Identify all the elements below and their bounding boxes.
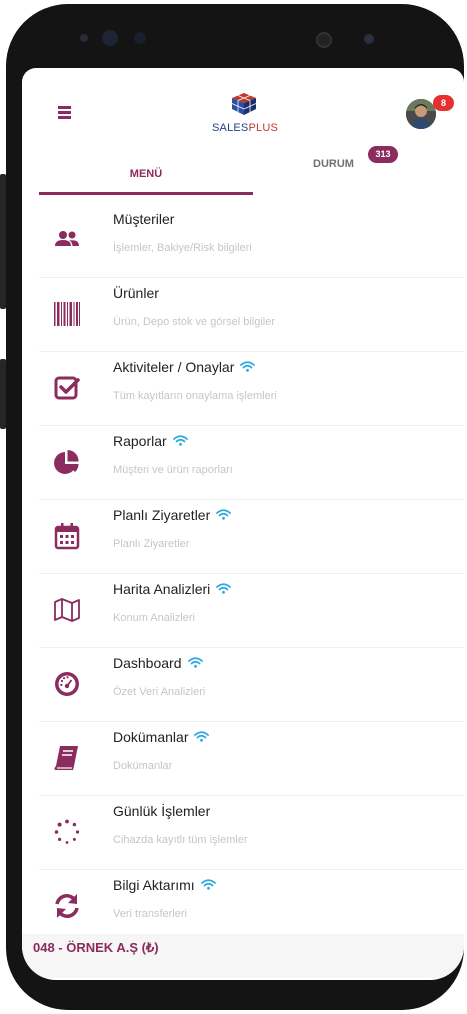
menu-item-subtitle: Tüm kayıtların onaylama işlemleri [113, 390, 277, 402]
dashboard-gauge-icon [55, 672, 79, 696]
front-sensor-icon [80, 34, 88, 42]
avatar-photo-icon [406, 99, 436, 129]
checkbox-icon [54, 376, 80, 400]
notification-badge: 8 [433, 95, 454, 111]
tab-status[interactable]: DURUM [253, 140, 464, 200]
proximity-sensor-icon [134, 32, 146, 44]
app-header: SALESPLUS 8 [22, 68, 464, 140]
menu-item-dashboard[interactable]: Dashboard Özet Veri Analizleri [39, 648, 464, 722]
company-label: 048 - ÖRNEK A.Ş (₺) [33, 940, 159, 955]
menu-item-title: Aktiviteler / Onaylar [113, 359, 256, 375]
menu-item-subtitle: Planlı Ziyaretler [113, 538, 190, 550]
calendar-icon [54, 523, 80, 550]
phone-frame: SALESPLUS 8 MENÜ DURUM 313 Müşteriler İş… [0, 4, 464, 1010]
camera-lens-icon [316, 32, 332, 48]
menu-item-title: Günlük İşlemler [113, 803, 211, 819]
side-button-lower [0, 359, 6, 429]
menu-item-title: Dokümanlar [113, 729, 210, 745]
logo-text: SALESPLUS [212, 122, 279, 134]
menu-item-title: Ürünler [113, 285, 159, 301]
menu-item-subtitle: Veri transferleri [113, 908, 187, 920]
menu-item-subtitle: Ürün, Depo stok ve görsel bilgiler [113, 316, 276, 328]
menu-item-daily-transactions[interactable]: Günlük İşlemler Cihazda kayıtlı tüm işle… [39, 796, 464, 870]
menu-item-subtitle: Özet Veri Analizleri [113, 686, 206, 698]
users-icon [55, 231, 79, 246]
menu-item-subtitle: Cihazda kayıtlı tüm işlemler [113, 834, 248, 846]
menu-list: Müşteriler İşlemler, Bakiye/Risk bilgile… [39, 204, 464, 944]
wifi-icon [240, 361, 256, 372]
menu-item-subtitle: İşlemler, Bakiye/Risk bilgileri [113, 242, 252, 254]
tab-status-label: DURUM [313, 158, 354, 170]
menu-item-documents[interactable]: Dokümanlar Dokümanlar [39, 722, 464, 796]
spinner-icon [54, 819, 80, 844]
menu-item-title: Dashboard [113, 655, 203, 671]
menu-item-activities[interactable]: Aktiviteler / Onaylar Tüm kayıtların ona… [39, 352, 464, 426]
menu-item-title: Planlı Ziyaretler [113, 507, 232, 523]
pie-chart-icon [54, 450, 79, 474]
menu-item-title: Harita Analizleri [113, 581, 232, 597]
user-avatar[interactable] [406, 99, 436, 129]
status-count-badge: 313 [368, 146, 398, 163]
menu-item-title: Müşteriler [113, 211, 175, 227]
hamburger-menu-icon[interactable] [58, 106, 71, 119]
side-button-upper [0, 174, 6, 309]
menu-item-planned-visits[interactable]: Planlı Ziyaretler Planlı Ziyaretler [39, 500, 464, 574]
cube-logo-icon [231, 93, 257, 115]
menu-item-map-analysis[interactable]: Harita Analizleri Konum Analizleri [39, 574, 464, 648]
salesplus-logo: SALESPLUS [212, 92, 279, 136]
wifi-icon [200, 879, 216, 890]
menu-item-subtitle: Konum Analizleri [113, 612, 195, 624]
map-icon [54, 598, 80, 622]
app-screen: SALESPLUS 8 MENÜ DURUM 313 Müşteriler İş… [22, 68, 464, 980]
wifi-icon [216, 509, 232, 520]
company-footer[interactable]: 048 - ÖRNEK A.Ş (₺) [22, 934, 464, 978]
tab-menu[interactable]: MENÜ [39, 140, 253, 200]
tab-menu-label: MENÜ [129, 168, 163, 180]
menu-item-reports[interactable]: Raporlar Müşteri ve ürün raporları [39, 426, 464, 500]
sync-icon [55, 894, 79, 918]
book-icon [54, 746, 78, 770]
barcode-icon [54, 302, 80, 326]
menu-item-customers[interactable]: Müşteriler İşlemler, Bakiye/Risk bilgile… [39, 204, 464, 278]
wifi-icon [216, 583, 232, 594]
menu-item-title: Bilgi Aktarımı [113, 877, 216, 893]
menu-item-data-transfer[interactable]: Bilgi Aktarımı Veri transferleri [39, 870, 464, 944]
menu-item-subtitle: Müşteri ve ürün raporları [113, 464, 233, 476]
wifi-icon [194, 731, 210, 742]
front-camera-icon [102, 30, 118, 46]
menu-item-title: Raporlar [113, 433, 188, 449]
wifi-icon [187, 657, 203, 668]
menu-item-subtitle: Dokümanlar [113, 760, 173, 772]
light-sensor-icon [364, 34, 374, 44]
wifi-icon [172, 435, 188, 446]
menu-item-products[interactable]: Ürünler Ürün, Depo stok ve görsel bilgil… [39, 278, 464, 352]
tab-active-indicator [39, 192, 253, 195]
